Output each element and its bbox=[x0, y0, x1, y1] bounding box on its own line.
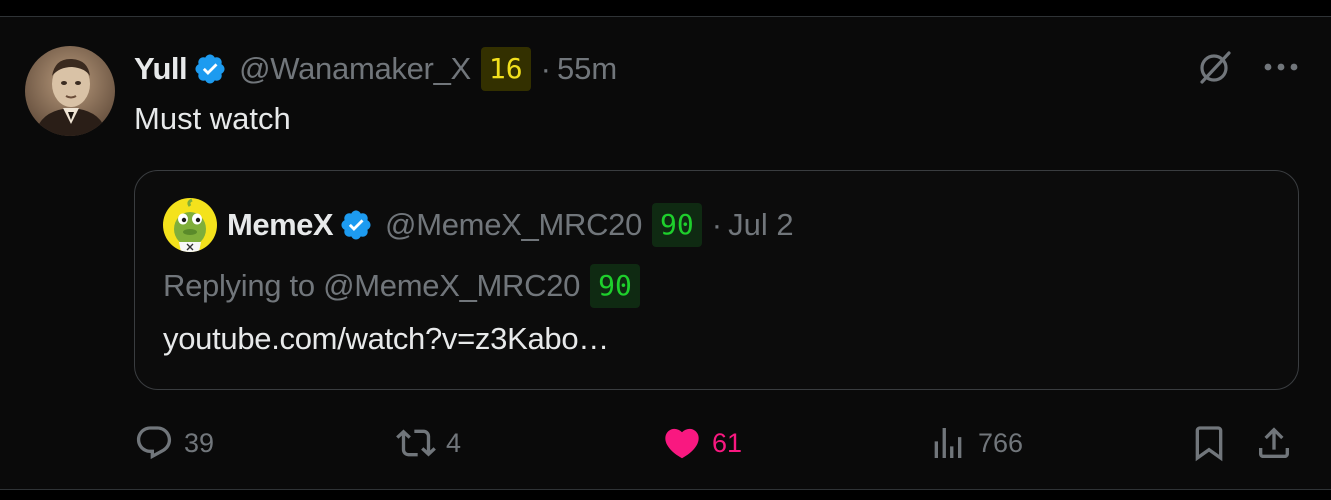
quoted-author-handle[interactable]: @MemeX_MRC20 bbox=[385, 207, 642, 243]
like-count: 61 bbox=[712, 427, 743, 458]
quoted-header: MemeX @MemeX_MRC20 90 · Jul 2 bbox=[163, 198, 794, 252]
repost-icon bbox=[396, 429, 436, 457]
quoted-score-badge: 90 bbox=[652, 203, 702, 247]
views-button[interactable]: 766 bbox=[928, 419, 1023, 467]
view-count: 766 bbox=[978, 427, 1024, 458]
repost-count: 4 bbox=[446, 427, 462, 458]
share-button[interactable] bbox=[1254, 419, 1294, 467]
replying-to-label[interactable]: Replying to @MemeX_MRC20 bbox=[163, 268, 580, 304]
quoted-avatar[interactable] bbox=[163, 198, 217, 252]
quoted-tweet[interactable]: MemeX @MemeX_MRC20 90 · Jul 2 Replying t… bbox=[134, 170, 1299, 390]
tweet-text: Must watch bbox=[134, 101, 291, 136]
author-name[interactable]: Yull bbox=[134, 51, 188, 87]
tweet-timestamp[interactable]: 55m bbox=[557, 51, 617, 87]
bookmark-button[interactable] bbox=[1189, 419, 1229, 467]
analytics-icon bbox=[934, 428, 962, 458]
quoted-separator: · bbox=[711, 207, 723, 242]
quoted-date[interactable]: Jul 2 bbox=[728, 207, 793, 243]
verified-badge-icon bbox=[341, 210, 371, 240]
share-icon bbox=[1259, 427, 1289, 458]
heart-icon bbox=[665, 428, 699, 459]
reply-icon bbox=[136, 426, 172, 460]
profile-photo-icon bbox=[25, 46, 115, 136]
grok-button[interactable] bbox=[1195, 47, 1235, 87]
reply-button[interactable]: 39 bbox=[134, 419, 214, 467]
replying-to: Replying to @MemeX_MRC20 90 bbox=[163, 263, 640, 309]
repost-button[interactable]: 4 bbox=[396, 419, 461, 467]
header-separator: · bbox=[540, 51, 551, 86]
tweet-header: Yull @Wanamaker_X 16 · 55m bbox=[134, 47, 617, 91]
grok-icon bbox=[1200, 51, 1231, 84]
frog-avatar-icon bbox=[163, 198, 217, 252]
author-avatar[interactable] bbox=[25, 46, 115, 136]
quoted-link-text[interactable]: youtube.com/watch?v=z3Kabo… bbox=[163, 321, 609, 357]
bookmark-icon bbox=[1195, 426, 1223, 462]
replying-to-score-badge: 90 bbox=[590, 264, 640, 308]
like-button[interactable]: 61 bbox=[662, 419, 742, 467]
tweet-top-actions bbox=[1195, 47, 1301, 87]
verified-badge-icon bbox=[195, 54, 225, 84]
more-options-button[interactable] bbox=[1261, 47, 1301, 87]
ellipsis-icon bbox=[1264, 63, 1298, 71]
author-score-badge: 16 bbox=[480, 47, 531, 91]
tweet-card[interactable]: Yull @Wanamaker_X 16 · 55m Must watch Me… bbox=[0, 16, 1331, 490]
tweet-actions: 39 4 61 766 bbox=[134, 419, 1304, 467]
reply-count: 39 bbox=[184, 427, 215, 458]
quoted-author-name[interactable]: MemeX bbox=[227, 207, 334, 243]
author-handle[interactable]: @Wanamaker_X bbox=[239, 51, 471, 87]
